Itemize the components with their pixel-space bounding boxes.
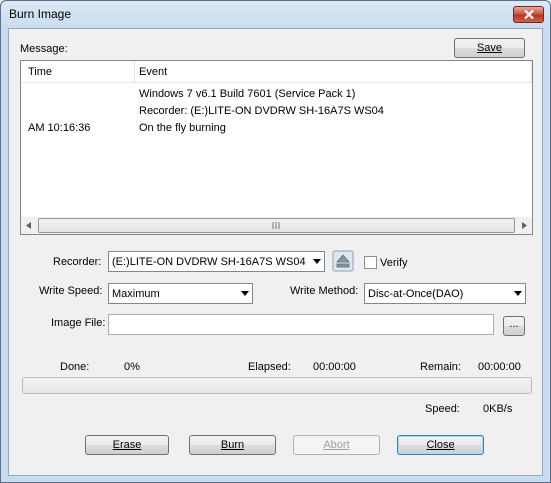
log-event: Windows 7 v6.1 Build 7601 (Service Pack …: [139, 88, 356, 100]
message-label: Message:: [20, 43, 68, 55]
scroll-right-icon[interactable]: [521, 222, 527, 229]
write-speed-label: Write Speed:: [39, 285, 103, 297]
remain-value: 00:00:00: [478, 361, 521, 373]
log-event: Recorder: (E:)LITE-ON DVDRW SH-16A7S WS0…: [139, 105, 384, 117]
done-label: Done:: [60, 361, 90, 373]
abort-button[interactable]: Abort: [293, 435, 380, 455]
elapsed-label: Elapsed:: [248, 361, 291, 373]
write-method-label: Write Method:: [290, 285, 359, 297]
save-button[interactable]: Save: [454, 38, 525, 58]
chevron-down-icon: [241, 291, 249, 296]
image-file-label: Image File:: [51, 317, 106, 329]
speed-value: 0KB/s: [483, 403, 513, 415]
horizontal-scrollbar[interactable]: [21, 217, 532, 234]
recorder-label: Recorder:: [53, 256, 102, 268]
eject-icon: [332, 250, 354, 272]
erase-button[interactable]: Erase: [85, 435, 169, 455]
write-speed-value: Maximum: [112, 288, 160, 300]
verify-label[interactable]: Verify: [380, 257, 408, 269]
burn-image-window: Burn Image Message: Save Time Event Wind…: [0, 0, 551, 483]
recorder-select[interactable]: (E:)LITE-ON DVDRW SH-16A7S WS04: [108, 251, 325, 272]
burn-progress-bar: [22, 377, 532, 394]
column-divider[interactable]: [134, 61, 135, 83]
scrollbar-thumb[interactable]: [38, 218, 515, 233]
column-header-event[interactable]: Event: [139, 66, 167, 78]
message-log[interactable]: Time Event Windows 7 v6.1 Build 7601 (Se…: [20, 60, 533, 235]
log-row[interactable]: Recorder: (E:)LITE-ON DVDRW SH-16A7S WS0…: [21, 103, 532, 120]
recorder-select-value: (E:)LITE-ON DVDRW SH-16A7S WS04: [112, 256, 306, 268]
column-divider: [531, 61, 532, 83]
write-method-select[interactable]: Disc-at-Once(DAO): [364, 283, 526, 304]
write-speed-select[interactable]: Maximum: [108, 283, 253, 304]
grip-icon: [272, 222, 280, 229]
write-method-value: Disc-at-Once(DAO): [368, 288, 464, 300]
chevron-down-icon: [514, 291, 522, 296]
elapsed-value: 00:00:00: [313, 361, 356, 373]
eject-button[interactable]: [332, 250, 354, 272]
browse-button[interactable]: ...: [503, 316, 525, 336]
image-file-input[interactable]: [108, 314, 494, 335]
log-row[interactable]: AM 10:16:36 On the fly burning: [21, 120, 532, 137]
window-title: Burn Image: [9, 7, 72, 21]
close-icon: [523, 10, 534, 19]
title-bar[interactable]: Burn Image: [1, 1, 550, 28]
log-row[interactable]: Windows 7 v6.1 Build 7601 (Service Pack …: [21, 86, 532, 103]
column-header-time[interactable]: Time: [28, 66, 52, 78]
burn-button[interactable]: Burn: [189, 435, 276, 455]
done-value: 0%: [124, 361, 140, 373]
remain-label: Remain:: [420, 361, 461, 373]
close-button[interactable]: Close: [397, 435, 484, 455]
chevron-down-icon: [313, 259, 321, 264]
speed-label: Speed:: [425, 403, 460, 415]
log-header: Time Event: [21, 61, 532, 83]
scroll-left-icon[interactable]: [26, 222, 32, 229]
log-event: On the fly burning: [139, 122, 226, 134]
window-close-button[interactable]: [513, 6, 544, 23]
verify-checkbox[interactable]: [364, 256, 377, 269]
log-time: AM 10:16:36: [28, 122, 91, 134]
dialog-body: Message: Save Time Event Windows 7 v6.1 …: [8, 28, 543, 476]
